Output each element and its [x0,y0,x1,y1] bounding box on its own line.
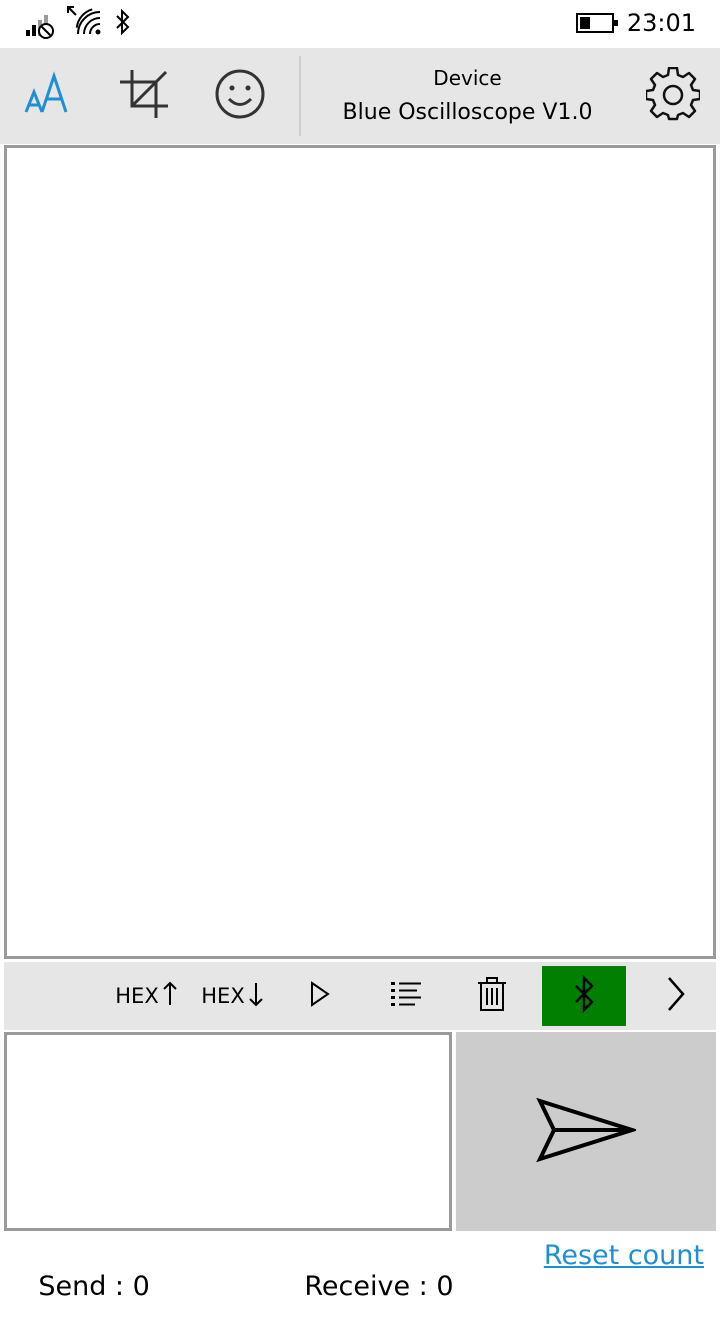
action-bar: HEX HEX [4,962,716,1030]
emoji-icon [214,68,266,124]
send-input[interactable] [4,1032,452,1231]
list-icon [390,980,422,1013]
send-count-label: Send : [38,1271,133,1302]
device-selector[interactable]: Device Blue Oscilloscope V1.0 [305,48,630,144]
play-icon [309,980,331,1012]
reset-count-link[interactable]: Reset count [544,1240,704,1271]
settings-button[interactable] [630,48,716,144]
clock: 23:01 [626,9,696,37]
arrow-down-icon [249,981,263,1012]
list-button[interactable] [376,966,436,1026]
emoji-button[interactable] [192,48,288,144]
trash-icon [477,976,507,1016]
chevron-right-icon [666,976,686,1017]
clear-button[interactable] [462,966,522,1026]
receive-text-area[interactable] [4,145,716,959]
more-button[interactable] [648,966,704,1026]
receive-count-label: Receive : [304,1271,437,1302]
font-size-icon [20,70,76,122]
gear-icon [644,66,702,125]
arrow-up-icon [163,981,177,1012]
toolbar-divider [299,56,301,136]
send-icon [536,1097,639,1167]
top-toolbar: Device Blue Oscilloscope V1.0 [0,48,720,144]
send-count-value: 0 [132,1271,150,1302]
bluetooth-icon [114,8,132,40]
counters-bar: Send : 0 Receive : 0 Reset count [0,1234,720,1302]
font-size-button[interactable] [0,48,96,144]
bluetooth-icon [572,974,596,1019]
play-button[interactable] [290,966,350,1026]
hex-send-toggle[interactable]: HEX [108,966,184,1026]
crop-icon [118,68,170,124]
send-counter: Send : 0 [4,1240,150,1333]
send-button[interactable] [456,1032,716,1231]
battery-icon [576,12,620,38]
crop-button[interactable] [96,48,192,144]
signal-no-sim-icon [24,8,60,44]
hex-send-label: HEX [115,984,159,1008]
receive-count-value: 0 [436,1271,454,1302]
device-caption: Device [433,66,502,90]
hex-receive-toggle[interactable]: HEX [194,966,270,1026]
device-name: Blue Oscilloscope V1.0 [342,100,593,125]
bluetooth-connect-button[interactable] [542,966,626,1026]
wifi-icon [74,8,102,40]
hex-receive-label: HEX [201,984,245,1008]
status-bar: 23:01 [0,0,720,48]
receive-counter: Receive : 0 [270,1240,454,1333]
